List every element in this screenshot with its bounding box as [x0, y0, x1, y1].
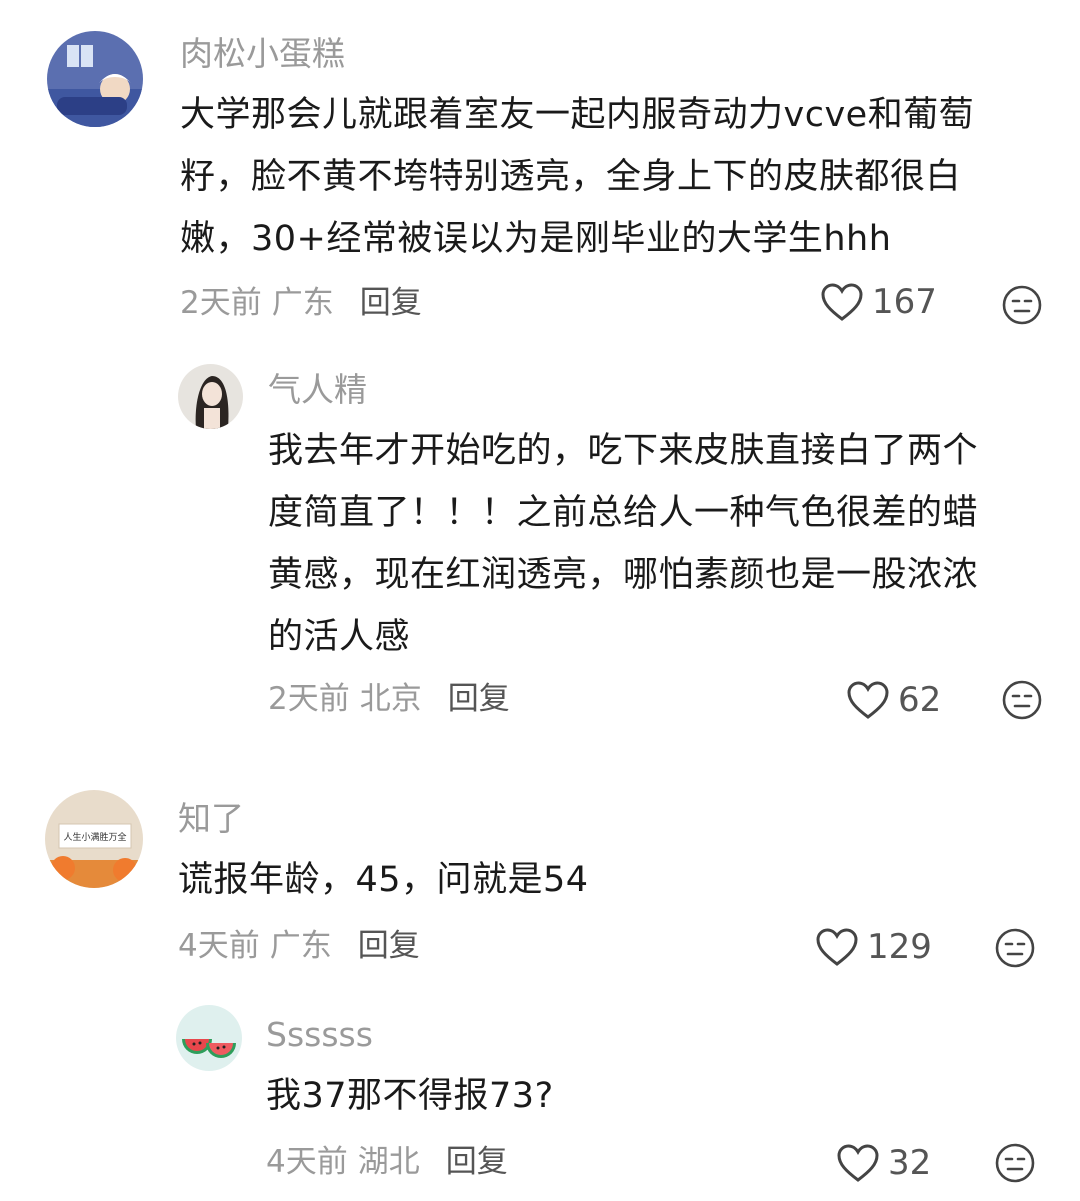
- reply-line: 黄感，现在红润透亮，哪怕素颜也是一股浓浓: [268, 555, 979, 595]
- avatar-note: 人生小满胜万全: [63, 831, 126, 843]
- reply-username[interactable]: Ssssss: [266, 1015, 373, 1055]
- meh-face-icon[interactable]: [995, 928, 1035, 968]
- reply-line: 我37那不得报73?: [266, 1076, 554, 1116]
- comment-meta: 4天前 广东 回复: [178, 926, 420, 966]
- reply-text: 我37那不得报73?: [266, 1065, 554, 1127]
- heart-outline-icon: [816, 928, 858, 966]
- reply-username[interactable]: 气人精: [268, 370, 367, 410]
- comment-text: 大学那会儿就跟着室友一起内服奇动力vcve和葡萄 籽，脸不黄不垮特别透亮，全身上…: [180, 84, 974, 270]
- meh-face-icon[interactable]: [1002, 285, 1042, 325]
- avatar[interactable]: [47, 31, 143, 127]
- reply-button[interactable]: 回复: [448, 681, 510, 717]
- meh-face-icon[interactable]: [1002, 680, 1042, 720]
- like-button[interactable]: 32: [836, 1143, 931, 1183]
- avatar[interactable]: [178, 364, 243, 429]
- like-button[interactable]: 62: [846, 680, 941, 720]
- reply-time: 2天前: [268, 681, 350, 717]
- like-count: 167: [872, 282, 937, 322]
- reply-button[interactable]: 回复: [446, 1144, 508, 1180]
- like-button[interactable]: 167: [820, 282, 937, 322]
- comment-line: 籽，脸不黄不垮特别透亮，全身上下的皮肤都很白: [180, 157, 962, 197]
- reply-time: 4天前: [266, 1144, 348, 1180]
- reply-button[interactable]: 回复: [360, 285, 422, 321]
- comment-line: 嫩，30+经常被误以为是刚毕业的大学生hhh: [180, 219, 892, 259]
- comment-location: 广东: [269, 928, 332, 964]
- comment-location: 广东: [271, 285, 334, 321]
- comment-line: 谎报年龄，45，问就是54: [178, 860, 589, 900]
- comment-time: 2天前: [180, 285, 262, 321]
- reply-line: 我去年才开始吃的，吃下来皮肤直接白了两个: [268, 431, 979, 471]
- comment-time: 4天前: [178, 928, 260, 964]
- comment-username[interactable]: 肉松小蛋糕: [180, 34, 345, 74]
- heart-outline-icon: [847, 681, 889, 719]
- comment-username[interactable]: 知了: [178, 799, 244, 839]
- meh-face-icon[interactable]: [995, 1143, 1035, 1183]
- avatar[interactable]: 人生小满胜万全: [45, 790, 143, 888]
- heart-outline-icon: [837, 1144, 879, 1182]
- like-count: 32: [888, 1143, 932, 1183]
- reply-meta: 4天前 湖北 回复: [266, 1142, 508, 1182]
- reply-text: 我去年才开始吃的，吃下来皮肤直接白了两个 度简直了！！！之前总给人一种气色很差的…: [268, 420, 978, 668]
- like-count: 62: [898, 680, 942, 720]
- reply-line: 度简直了！！！之前总给人一种气色很差的蜡: [268, 493, 979, 533]
- avatar[interactable]: [176, 1005, 242, 1071]
- reply-location: 湖北: [357, 1144, 420, 1180]
- reply-location: 北京: [359, 681, 422, 717]
- reply-button[interactable]: 回复: [358, 928, 420, 964]
- comment-thread: 肉松小蛋糕 大学那会儿就跟着室友一起内服奇动力vcve和葡萄 籽，脸不黄不垮特别…: [0, 0, 1080, 1201]
- reply-line: 的活人感: [268, 617, 411, 657]
- comment-text: 谎报年龄，45，问就是54: [178, 849, 589, 911]
- heart-outline-icon: [821, 283, 863, 321]
- like-count: 129: [867, 927, 932, 967]
- comment-meta: 2天前 广东 回复: [180, 283, 422, 323]
- like-button[interactable]: 129: [815, 927, 932, 967]
- comment-line: 大学那会儿就跟着室友一起内服奇动力vcve和葡萄: [180, 95, 975, 135]
- reply-meta: 2天前 北京 回复: [268, 679, 510, 719]
